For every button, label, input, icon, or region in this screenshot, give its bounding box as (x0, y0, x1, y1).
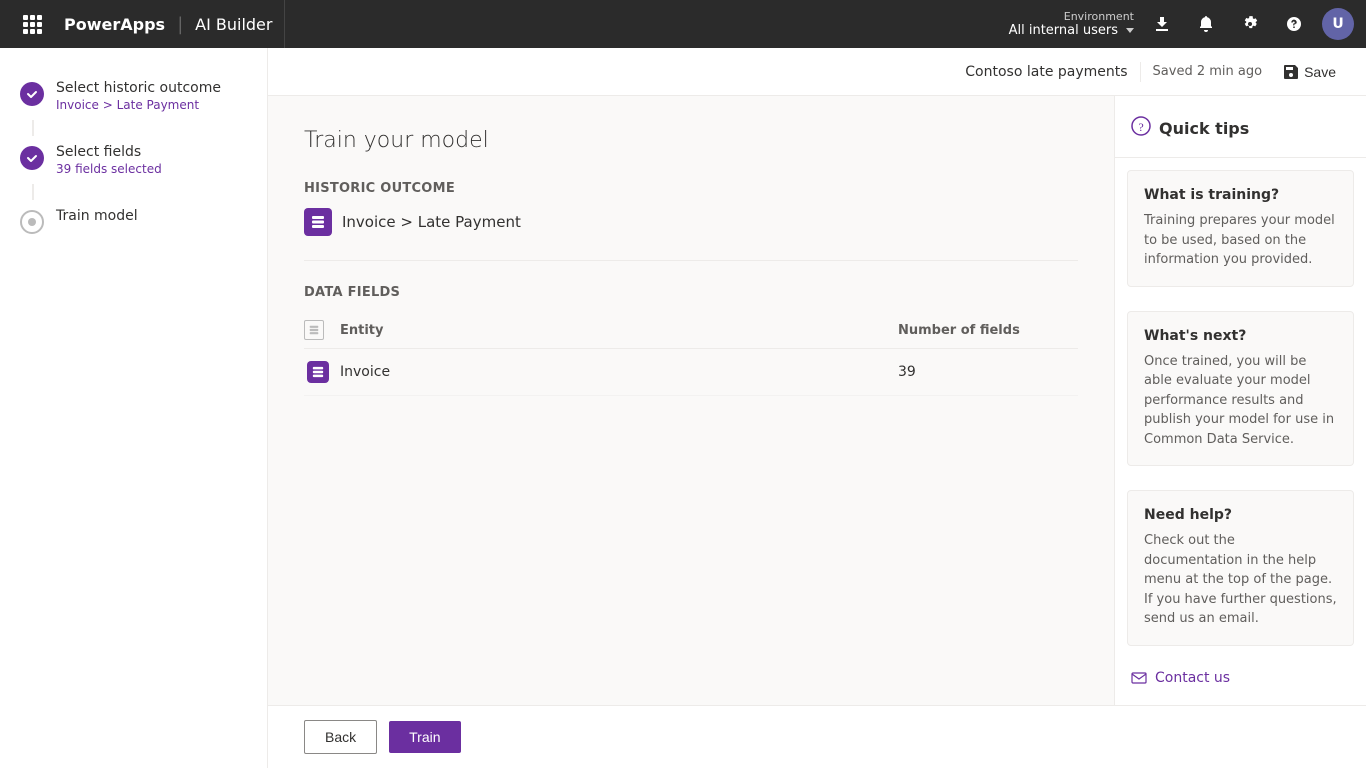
sidebar: Select historic outcome Invoice > Late P… (0, 48, 268, 768)
database-icon (311, 215, 325, 229)
quick-tips-panel: ? Quick tips What is training? Training … (1114, 96, 1366, 705)
step-1-title: Select historic outcome (56, 80, 221, 96)
row-entity-name: Invoice (340, 364, 890, 380)
aibuilder-label[interactable]: AI Builder (195, 15, 272, 34)
step-2-subtitle: 39 fields selected (56, 162, 162, 176)
step-1[interactable]: Select historic outcome Invoice > Late P… (0, 72, 267, 120)
email-icon (1131, 672, 1147, 684)
environment-label: Environment (1064, 10, 1134, 23)
table-row: Invoice 39 (304, 349, 1078, 396)
environment-value: All internal users (1009, 23, 1134, 38)
chevron-down-icon (1126, 28, 1134, 33)
step-3[interactable]: Train model (0, 200, 267, 242)
tip-card-1: What is training? Training prepares your… (1127, 170, 1354, 287)
contact-us-label: Contact us (1155, 670, 1230, 686)
step-connector-1 (32, 120, 34, 136)
settings-icon-button[interactable] (1230, 4, 1270, 44)
gear-icon (1242, 16, 1258, 32)
entity-icon (304, 208, 332, 236)
step-2-title: Select fields (56, 144, 162, 160)
save-button[interactable]: Save (1274, 58, 1346, 86)
download-icon-button[interactable] (1142, 4, 1182, 44)
help-icon-button[interactable] (1274, 4, 1314, 44)
outcome-row: Invoice > Late Payment (304, 208, 1078, 236)
tips-header: ? Quick tips (1115, 96, 1366, 158)
saved-status: Saved 2 min ago (1153, 64, 1263, 79)
save-icon (1284, 65, 1298, 79)
powerapps-label[interactable]: PowerApps (64, 15, 165, 34)
historic-outcome-label: Historic outcome (304, 181, 1078, 196)
step-3-title: Train model (56, 208, 138, 224)
col-entity-header: Entity (340, 323, 890, 338)
user-avatar[interactable]: U (1322, 8, 1354, 40)
step-3-content: Train model (56, 208, 138, 224)
table-header-icon-placeholder (304, 320, 332, 340)
check-icon-2 (26, 152, 38, 164)
step-2-icon (20, 146, 44, 170)
tip-card-2: What's next? Once trained, you will be a… (1127, 311, 1354, 467)
table-header: Entity Number of fields (304, 312, 1078, 349)
content-area: Contoso late payments Saved 2 min ago Sa… (268, 48, 1366, 768)
bell-icon (1198, 16, 1214, 32)
step-1-content: Select historic outcome Invoice > Late P… (56, 80, 221, 112)
main-and-tips: Train your model Historic outcome Invoic… (268, 96, 1366, 705)
row-entity-icon (304, 361, 332, 383)
waffle-menu-button[interactable] (12, 0, 52, 48)
col-fields-header: Number of fields (898, 323, 1078, 338)
step-2-content: Select fields 39 fields selected (56, 144, 162, 176)
page-layout: Select historic outcome Invoice > Late P… (0, 48, 1366, 768)
check-icon (26, 88, 38, 100)
section-divider (304, 260, 1078, 261)
tip-3-body: Check out the documentation in the help … (1144, 531, 1337, 629)
main-content: Train your model Historic outcome Invoic… (268, 96, 1114, 705)
question-mark-icon (1286, 16, 1302, 32)
page-title: Train your model (304, 128, 1078, 153)
step-connector-2 (32, 184, 34, 200)
step-3-icon (20, 210, 44, 234)
tip-card-3: Need help? Check out the documentation i… (1127, 490, 1354, 646)
data-fields-label: Data fields (304, 285, 1078, 300)
tip-2-body: Once trained, you will be able evaluate … (1144, 352, 1337, 450)
document-name: Contoso late payments (965, 64, 1127, 80)
waffle-icon (23, 15, 42, 34)
step-2[interactable]: Select fields 39 fields selected (0, 136, 267, 184)
notifications-icon-button[interactable] (1186, 4, 1226, 44)
header-divider (1140, 62, 1141, 82)
top-nav: PowerApps | AI Builder Environment All i… (0, 0, 1366, 48)
train-button[interactable]: Train (389, 721, 460, 753)
tip-2-title: What's next? (1144, 328, 1337, 344)
step-1-icon (20, 82, 44, 106)
svg-text:?: ? (1138, 120, 1143, 134)
contact-us-link[interactable]: Contact us (1115, 658, 1366, 698)
back-button[interactable]: Back (304, 720, 377, 754)
environment-selector[interactable]: Environment All internal users (1001, 10, 1142, 38)
invoice-entity-icon (312, 366, 324, 378)
question-circle-icon: ? (1131, 116, 1151, 141)
outcome-text: Invoice > Late Payment (342, 213, 521, 231)
entity-col-icon (309, 325, 319, 335)
nav-brand: PowerApps | AI Builder (52, 0, 285, 48)
row-fields-count: 39 (898, 364, 1078, 380)
save-label: Save (1304, 64, 1336, 80)
footer-bar: Back Train (268, 705, 1366, 768)
quick-tips-title: Quick tips (1159, 119, 1249, 138)
nav-icon-group: U (1142, 4, 1354, 44)
step-1-subtitle: Invoice > Late Payment (56, 98, 221, 112)
tip-1-title: What is training? (1144, 187, 1337, 203)
download-icon (1154, 16, 1170, 32)
data-fields-section: Data fields Entity (304, 285, 1078, 396)
header-bar: Contoso late payments Saved 2 min ago Sa… (268, 48, 1366, 96)
tip-3-title: Need help? (1144, 507, 1337, 523)
tip-1-body: Training prepares your model to be used,… (1144, 211, 1337, 270)
